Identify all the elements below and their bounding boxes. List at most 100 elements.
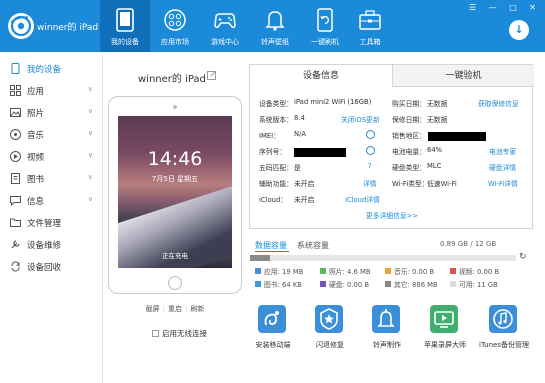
sidebar-item-books[interactable]: 图书 ∨ [0,168,103,190]
wireless-toggle[interactable]: 启用无线连接 [152,328,207,339]
sidebar-item-label: 视频 [27,153,45,163]
info-value: N/A [294,130,307,138]
edit-icon[interactable] [207,70,217,80]
sidebar-item-my-device[interactable]: 我的设备 [0,58,103,80]
copy-icon[interactable] [366,146,375,155]
accessibility-detail-link[interactable]: 详情 [363,178,377,188]
nav-game-center[interactable]: 游戏中心 [200,0,250,52]
info-value: 64% [427,146,443,154]
legend-swatch [450,281,456,287]
screenshot-button[interactable]: 截屏 [146,304,160,314]
legend-swatch [385,281,391,287]
info-value: 是 [294,164,301,172]
info-value: MLC [427,162,442,170]
tab-system-capacity[interactable]: 系统容量 [297,240,329,251]
sidebar-item-label: 信息 [27,197,45,207]
tab-device-info[interactable]: 设备信息 [250,65,392,87]
lock-time: 14:46 [147,148,203,170]
battery-expert-link[interactable]: 电池专家 [489,146,516,156]
video-icon [10,151,21,162]
info-label: 系统版本： [259,116,293,124]
refresh-button[interactable]: 刷新 [190,304,204,314]
info-label: iCloud： [259,196,288,204]
divider: | [162,305,165,313]
flash-phone-icon [317,8,333,32]
help-icon[interactable]: ? [368,162,372,170]
bell-icon [265,11,285,31]
tool-itunes-backup[interactable]: iTunes备份管理 [475,305,533,357]
nav-label: 游戏中心 [211,38,239,46]
tab-quick-check[interactable]: 一键验机 [392,65,534,87]
wireless-label: 启用无线连接 [162,329,207,338]
folder-icon [10,218,21,227]
music-note-icon [489,305,517,333]
refresh-icon[interactable]: ↻ [519,252,527,262]
nav-app-market[interactable]: 应用市场 [150,0,200,52]
sidebar-item-video[interactable]: 视频 ∨ [0,146,103,168]
tool-crash-fix[interactable]: 闪退修复 [301,305,359,357]
nav-ringtones[interactable]: 铃声壁纸 [250,0,300,52]
wireless-checkbox[interactable] [152,330,159,337]
chevron-down-icon: ∨ [87,151,93,159]
tool-label: 铃声制作 [373,341,401,349]
legend-photos: 照片: 4.6 MB [320,266,371,276]
tool-screen-record[interactable]: 苹果录屏大师 [416,305,474,357]
sidebar-item-apps[interactable]: 应用 ∨ [0,80,103,102]
tool-install-mobile[interactable]: 安装移动端 [244,305,302,357]
info-row: iCloud： 未开启 iCloud详情 [250,194,534,208]
nav-label: 我的设备 [111,38,139,46]
legend-swatch [320,268,326,274]
sidebar-item-messages[interactable]: 信息 ∨ [0,190,103,212]
info-row: 系统版本： 8.4 关闭iOS更新 保修日期： 无数据 [250,114,534,128]
sidebar-item-repair[interactable]: 设备维修 [0,234,103,256]
legend-label: 应用: 19 MB [264,268,304,276]
sidebar-item-label: 文件管理 [27,219,62,229]
disk-detail-link[interactable]: 硬盘详情 [489,162,516,172]
info-label: 设备类型： [259,100,293,108]
warranty-link[interactable]: 获取保修信息 [478,98,519,108]
sidebar-item-file-manager[interactable]: 文件管理 [0,212,103,234]
sidebar-item-label: 我的设备 [27,65,62,75]
disable-update-link[interactable]: 关闭iOS更新 [341,114,380,124]
nav-flash[interactable]: 一键刷机 [300,0,350,52]
sidebar-item-recycle[interactable]: 设备回收 [0,256,103,278]
sidebar-item-label: 应用 [27,87,45,97]
info-label: IMEI： [259,132,280,140]
charging-status: 正在充电 [162,252,188,260]
legend-free: 可用: 11 GB [450,279,498,289]
tool-label: iTunes备份管理 [479,341,529,349]
legend-label: 视频: 0.00 B [459,268,500,276]
legend-video: 视频: 0.00 B [450,266,499,276]
info-label: 硬盘类型： [392,164,426,172]
legend-label: 图书: 64 KB [264,281,302,289]
apps-icon [10,85,21,96]
app-logo [8,13,34,39]
nav-toolbox[interactable]: 工具箱 [345,0,395,52]
device-selector[interactable]: winner的 iPad ▾ [37,20,106,33]
music-icon [10,129,21,140]
copy-icon[interactable] [366,130,375,139]
legend-other: 其它: 886 MB [385,279,438,289]
legend-apps: 应用: 19 MB [255,266,303,276]
legend-swatch [450,268,456,274]
tab-data-capacity[interactable]: 数据容量 [255,240,287,251]
download-icon[interactable]: ↓ [509,20,529,40]
window-controls[interactable]: ☰ — □ ✕ [469,3,541,12]
icloud-detail-link[interactable]: iCloud详情 [345,194,380,204]
more-info-link[interactable]: 更多详细信息>> [250,210,534,220]
info-value: 未开启 [294,180,315,188]
nav-my-device[interactable]: 我的设备 [100,0,150,52]
badge-star-icon [315,305,343,333]
mobile-app-icon [258,305,286,333]
tool-ringtone-maker[interactable]: 铃声制作 [358,305,416,357]
sidebar-item-music[interactable]: 音乐 ∨ [0,124,103,146]
nav-label: 一键刷机 [311,38,339,46]
sidebar-item-label: 设备维修 [27,241,62,251]
sidebar-item-label: 图书 [27,175,45,185]
restart-button[interactable]: 重启 [168,304,182,314]
tab-underline [255,251,289,252]
redacted-region [428,132,486,141]
wifi-detail-link[interactable]: Wi-Fi详情 [488,178,518,188]
bell-maker-icon [372,305,400,333]
sidebar-item-photos[interactable]: 照片 ∨ [0,102,103,124]
